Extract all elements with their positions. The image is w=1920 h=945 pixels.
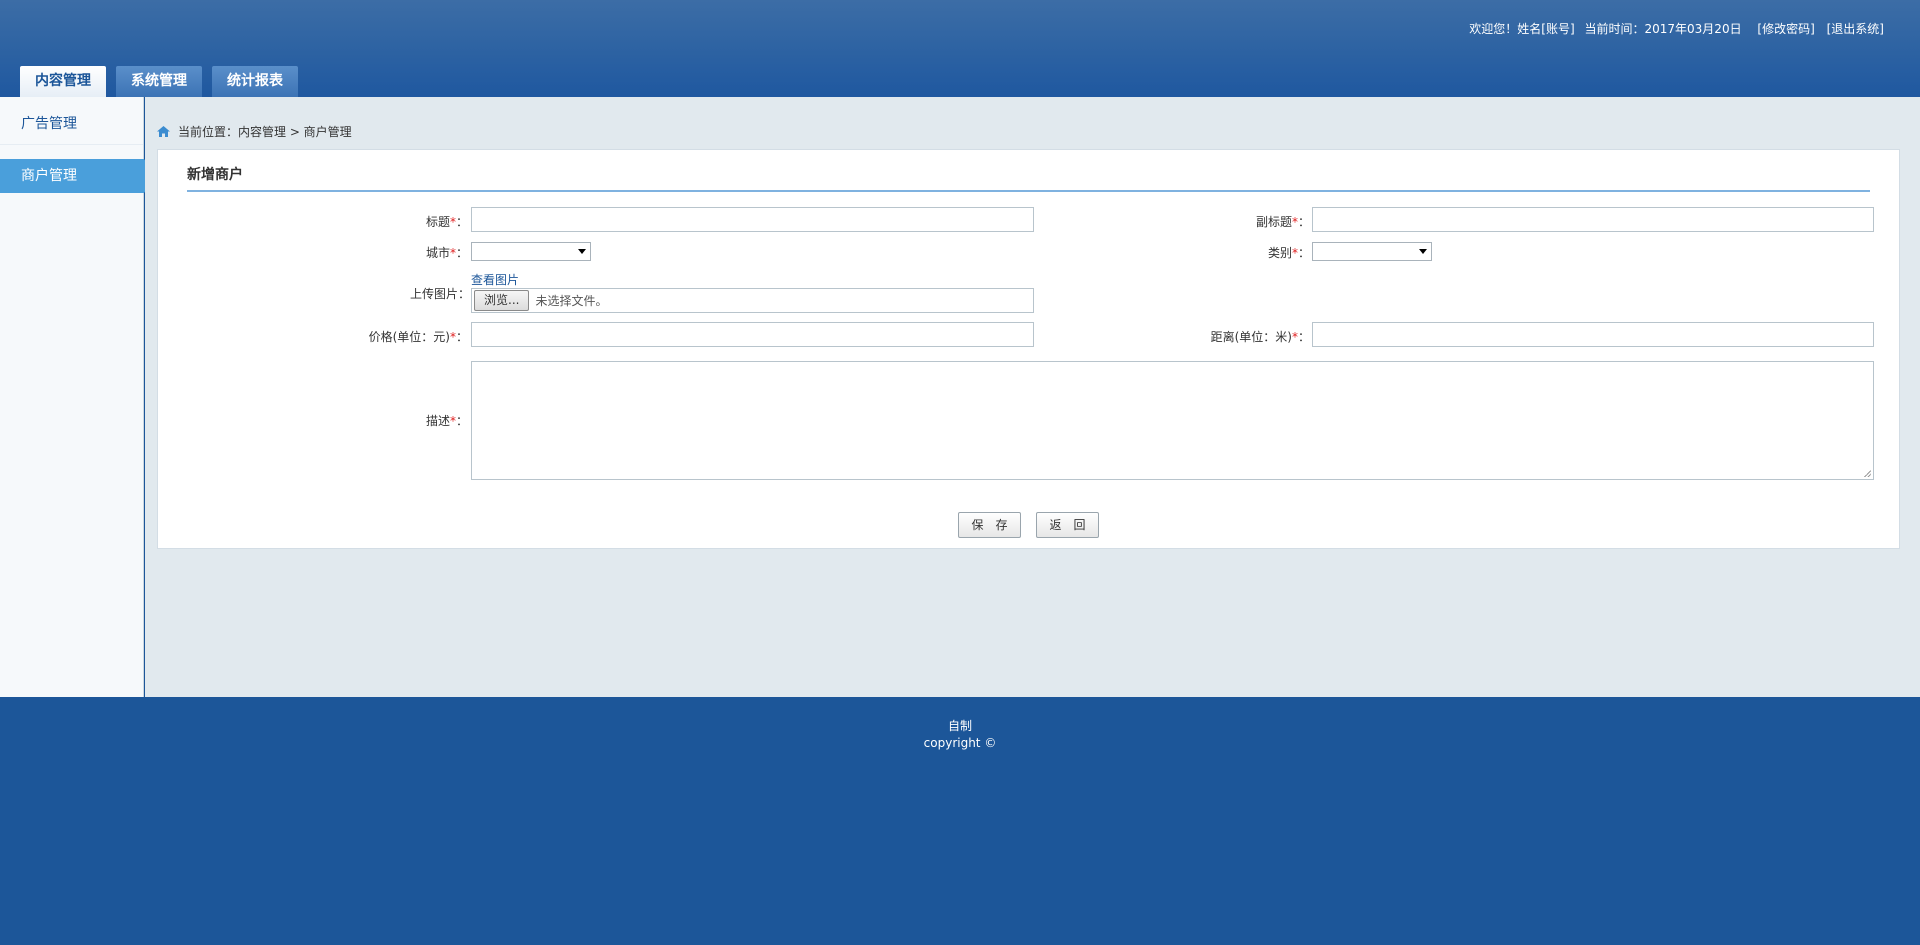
city-select[interactable] <box>471 242 591 261</box>
welcome-text: 欢迎您！姓名[账号] <box>1469 22 1575 36</box>
file-status: 未选择文件。 <box>535 294 608 308</box>
price-label: 价格(单位：元)*： <box>368 330 468 344</box>
sidebar: 广告管理 商户管理 <box>0 97 156 697</box>
category-select[interactable] <box>1312 242 1432 261</box>
main-content: 当前位置：内容管理 > 商户管理 新增商户 标题*： 副标题*： 城市*： 类别… <box>145 97 1920 697</box>
chevron-down-icon <box>1419 249 1427 254</box>
footer-line-1: 自制 <box>947 719 972 733</box>
distance-input[interactable] <box>1312 322 1874 347</box>
form-panel: 新增商户 标题*： 副标题*： 城市*： 类别*： 上传图片： 查看图片 浏览.… <box>157 149 1900 549</box>
breadcrumb-text: 当前位置：内容管理 > 商户管理 <box>178 125 352 139</box>
back-button[interactable]: 返 回 <box>1036 512 1099 538</box>
sidebar-item-ads[interactable]: 广告管理 <box>0 103 143 145</box>
breadcrumb: 当前位置：内容管理 > 商户管理 <box>157 123 352 140</box>
logout-link[interactable]: [退出系统] <box>1827 22 1884 36</box>
sidebar-item-label: 广告管理 <box>21 116 77 132</box>
title-input[interactable] <box>471 207 1034 232</box>
description-label: 描述*： <box>425 414 468 428</box>
city-label: 城市*： <box>425 246 468 260</box>
sidebar-item-label: 商户管理 <box>21 168 77 184</box>
footer-copyright: copyright © <box>923 736 997 750</box>
user-bar: 欢迎您！姓名[账号] 当前时间：2017年03月20日 [修改密码] [退出系统… <box>1463 20 1884 37</box>
current-time: 当前时间：2017年03月20日 <box>1584 22 1742 36</box>
view-image-link[interactable]: 查看图片 <box>471 271 519 288</box>
resize-grip-icon[interactable] <box>1864 470 1871 477</box>
tab-content-management[interactable]: 内容管理 <box>20 66 106 97</box>
file-upload: 浏览... 未选择文件。 <box>471 288 1034 313</box>
save-button[interactable]: 保 存 <box>958 512 1021 538</box>
category-label: 类别*： <box>1267 246 1310 260</box>
upload-label: 上传图片： <box>409 287 470 301</box>
header: 欢迎您！姓名[账号] 当前时间：2017年03月20日 [修改密码] [退出系统… <box>0 0 1920 97</box>
change-password-link[interactable]: [修改密码] <box>1757 22 1814 36</box>
form-title: 新增商户 <box>187 167 243 183</box>
main-nav: 内容管理 系统管理 统计报表 <box>20 66 298 97</box>
footer: 自制 copyright © <box>0 697 1920 945</box>
title-label: 标题*： <box>425 215 468 229</box>
tab-statistics-report[interactable]: 统计报表 <box>212 66 298 97</box>
tab-system-management[interactable]: 系统管理 <box>116 66 202 97</box>
description-textarea[interactable] <box>471 361 1874 480</box>
home-icon <box>157 126 170 137</box>
sidebar-item-merchants[interactable]: 商户管理 <box>0 159 156 193</box>
browse-button[interactable]: 浏览... <box>474 290 530 311</box>
subtitle-input[interactable] <box>1312 207 1874 232</box>
price-input[interactable] <box>471 322 1034 347</box>
distance-label: 距离(单位：米)*： <box>1210 330 1310 344</box>
subtitle-label: 副标题*： <box>1255 215 1310 229</box>
chevron-down-icon <box>578 249 586 254</box>
title-divider <box>187 190 1870 192</box>
